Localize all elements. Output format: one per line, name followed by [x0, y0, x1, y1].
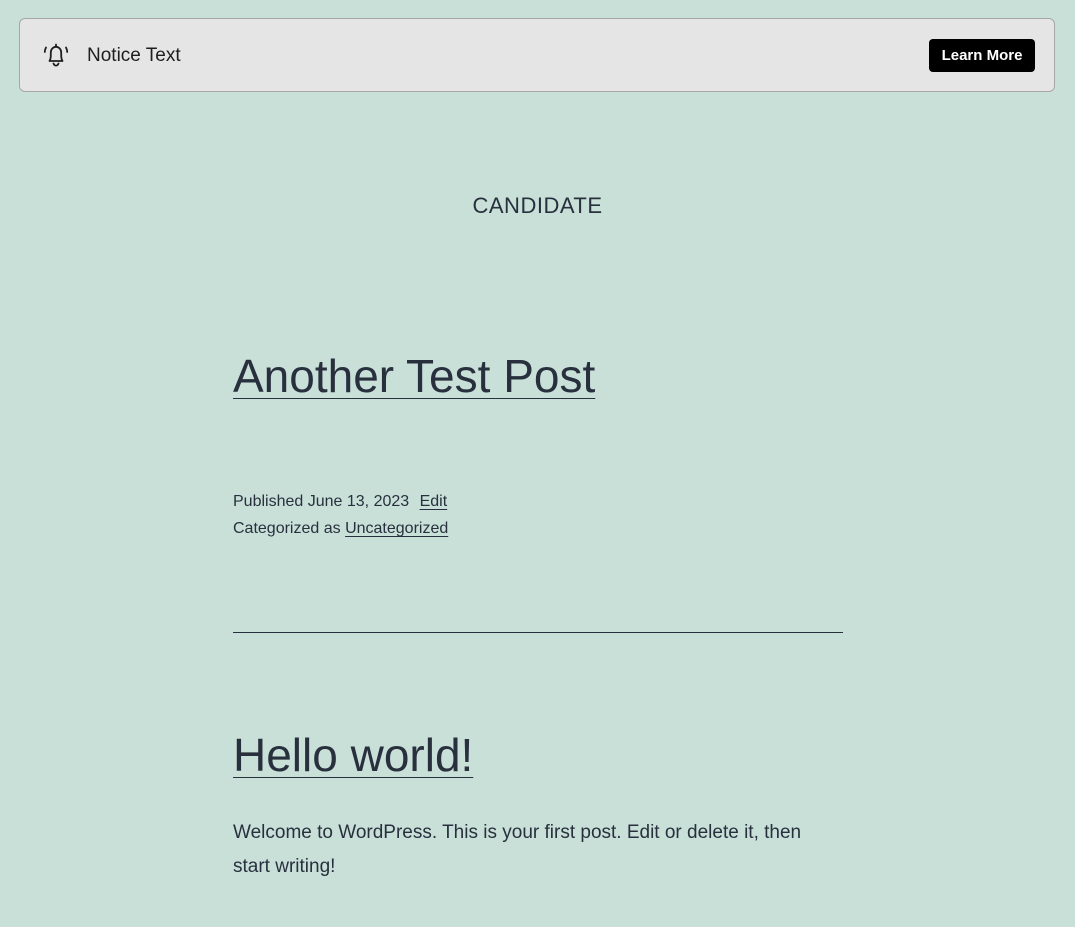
post-title-link[interactable]: Another Test Post: [233, 348, 595, 404]
category-link[interactable]: Uncategorized: [345, 520, 448, 537]
post-date: June 13, 2023: [307, 493, 410, 510]
post-divider: [233, 632, 843, 633]
notice-text: Notice Text: [87, 45, 181, 66]
bell-icon: [42, 41, 70, 69]
edit-link[interactable]: Edit: [420, 493, 448, 510]
learn-more-button[interactable]: Learn More: [929, 39, 1035, 72]
site-title[interactable]: CANDIDATE: [0, 192, 1075, 220]
categorized-label: Categorized as: [233, 520, 341, 537]
post-published-meta: Published June 13, 2023 Edit: [233, 491, 447, 513]
notice-banner: Notice Text Learn More: [19, 18, 1055, 92]
post-title-link[interactable]: Hello world!: [233, 727, 473, 783]
post-excerpt: Welcome to WordPress. This is your first…: [233, 822, 802, 877]
post-category-meta: Categorized as Uncategorized: [233, 518, 448, 540]
published-label: Published: [233, 493, 304, 510]
